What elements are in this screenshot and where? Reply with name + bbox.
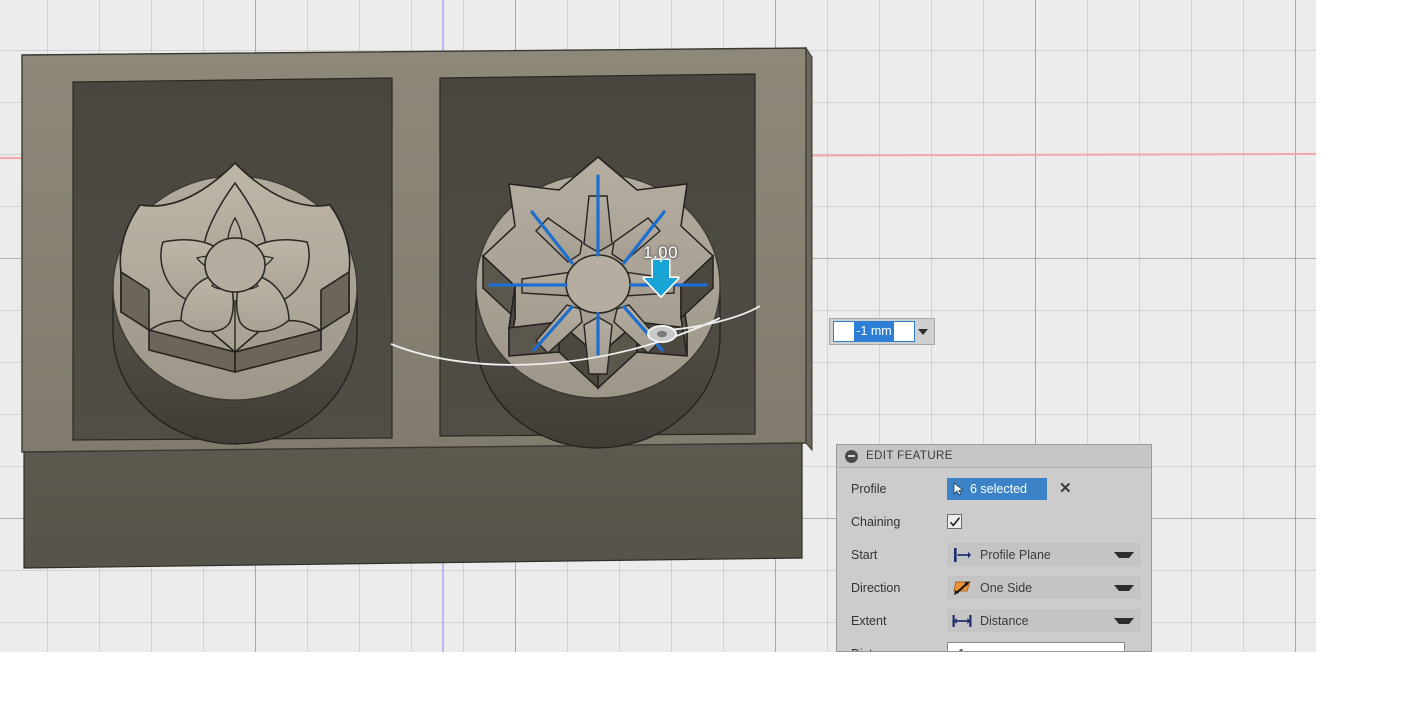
row-direction: Direction One Side xyxy=(837,571,1151,604)
distance-value: -1 mm xyxy=(954,647,989,652)
label-profile: Profile xyxy=(851,481,887,496)
distance-extent-icon xyxy=(951,612,973,630)
selected-edges xyxy=(488,174,708,356)
cursor-arrow-svg xyxy=(953,481,964,496)
row-chaining: Chaining xyxy=(837,505,1151,538)
dimension-label[interactable]: 1.00 xyxy=(643,243,678,263)
extent-value: Distance xyxy=(980,613,1029,628)
one-side-direction-icon xyxy=(951,579,973,597)
row-profile: Profile 6 selected ✕ xyxy=(837,472,1151,505)
edit-feature-dialog[interactable]: EDIT FEATURE Profile 6 selected ✕ Chaini… xyxy=(836,444,1152,652)
chevron-down-icon[interactable] xyxy=(1125,642,1141,651)
floating-distance-value[interactable]: -1 mm xyxy=(854,322,894,341)
profile-selection-count: 6 selected xyxy=(970,481,1027,496)
clear-selection-icon[interactable]: ✕ xyxy=(1059,481,1072,496)
floating-distance-input[interactable]: -1 mm xyxy=(829,318,935,345)
collapse-minus-icon[interactable] xyxy=(845,449,858,463)
x-axis-line xyxy=(0,152,1316,160)
label-start: Start xyxy=(851,547,878,562)
label-extent: Extent xyxy=(851,613,887,628)
edit-feature-title: EDIT FEATURE xyxy=(866,450,953,462)
left-medallion xyxy=(112,161,358,445)
row-extent: Extent Distance xyxy=(837,604,1151,637)
cursor-arrow-icon xyxy=(953,481,964,496)
start-value: Profile Plane xyxy=(980,547,1051,562)
rotate-handle-icon xyxy=(647,325,677,343)
direction-value: One Side xyxy=(980,580,1033,595)
floating-distance-field[interactable]: -1 mm xyxy=(833,321,915,342)
direction-dropdown[interactable]: One Side xyxy=(947,576,1141,599)
start-dropdown[interactable]: Profile Plane xyxy=(947,543,1141,566)
chevron-down-icon[interactable] xyxy=(915,321,931,342)
y-axis-line xyxy=(442,0,444,652)
label-direction: Direction xyxy=(851,580,901,595)
fusion-viewport-app: 1.00 -1 mm EDIT FEATURE Profile 6 select… xyxy=(0,0,1421,715)
row-distance: Distance -1 mm xyxy=(837,637,1151,652)
extent-dropdown[interactable]: Distance xyxy=(947,609,1141,632)
checkmark-icon xyxy=(949,516,960,527)
right-medallion xyxy=(390,156,761,449)
distance-input[interactable]: -1 mm xyxy=(947,642,1125,652)
chevron-down-icon[interactable] xyxy=(1114,617,1134,624)
distance-extent-svg xyxy=(952,614,972,627)
label-distance: Distance xyxy=(851,647,947,652)
profile-plane-icon xyxy=(951,546,973,564)
rotate-arc xyxy=(390,317,721,366)
label-chaining: Chaining xyxy=(851,514,901,529)
chaining-checkbox[interactable] xyxy=(947,514,962,529)
profile-selection-chip[interactable]: 6 selected xyxy=(947,477,1047,500)
chevron-down-icon[interactable] xyxy=(1114,551,1134,558)
edit-feature-body: Profile 6 selected ✕ Chaining Start Prof… xyxy=(837,468,1151,652)
one-side-direction-svg xyxy=(953,581,971,595)
edit-feature-titlebar[interactable]: EDIT FEATURE xyxy=(837,445,1151,468)
row-start: Start Profile Plane xyxy=(837,538,1151,571)
profile-plane-svg xyxy=(954,547,971,562)
chevron-down-icon[interactable] xyxy=(1114,584,1134,591)
